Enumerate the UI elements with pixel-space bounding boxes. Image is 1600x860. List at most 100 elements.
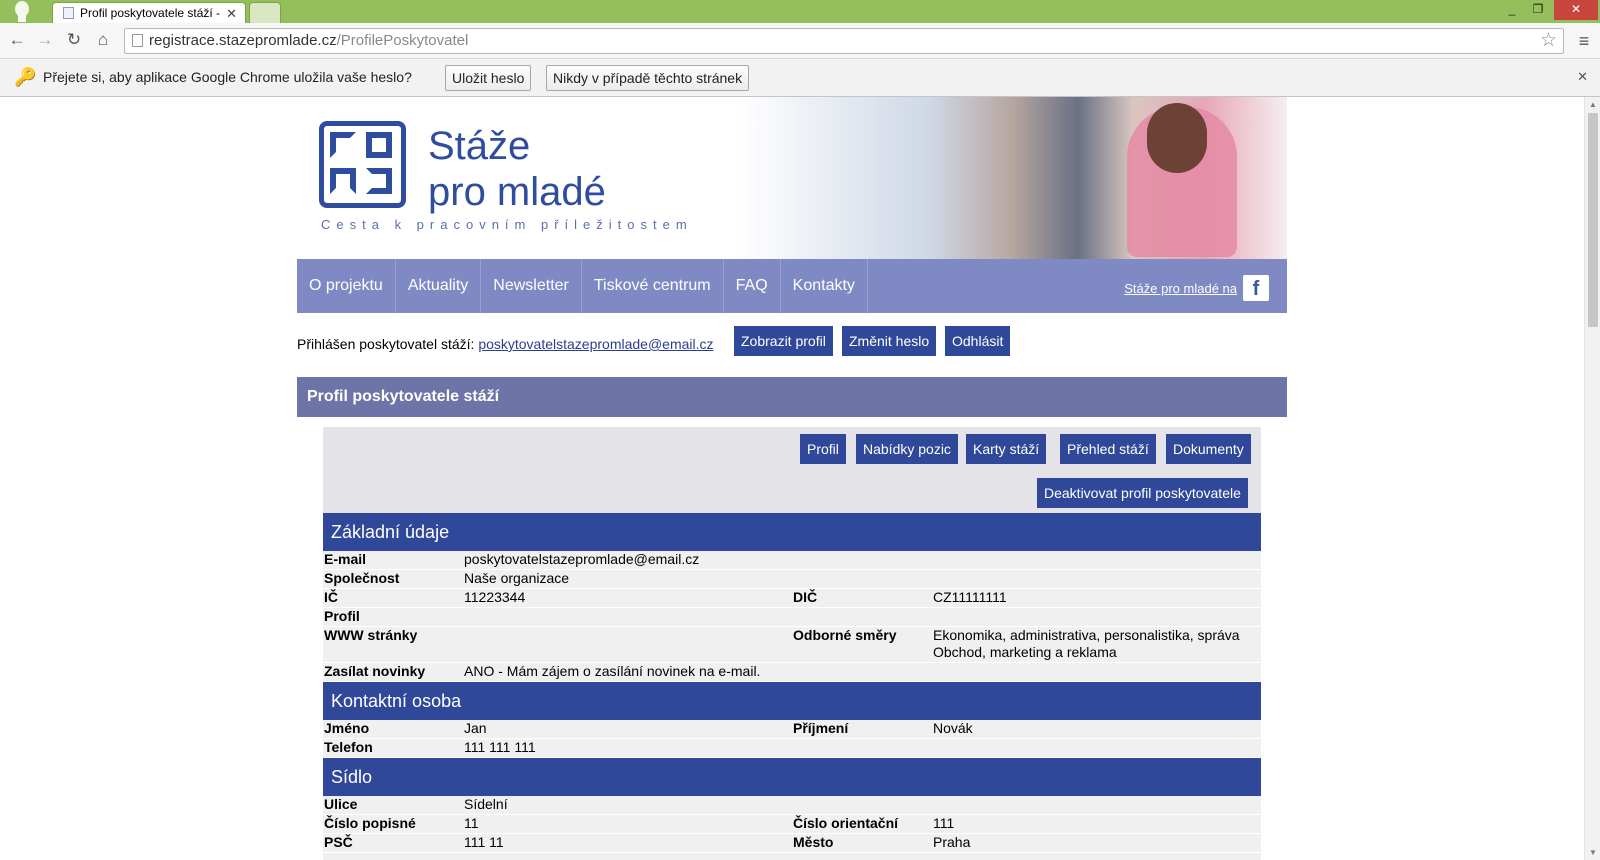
field-label: Číslo orientační — [793, 815, 899, 831]
logo-line-2: pro mladé — [428, 170, 606, 214]
nav-faq[interactable]: FAQ — [724, 259, 781, 313]
scroll-down-icon[interactable]: ▼ — [1589, 848, 1597, 857]
table-row: IČ 11223344 DIČ CZ11111111 — [323, 589, 1261, 608]
nav-tiskove-centrum[interactable]: Tiskové centrum — [582, 259, 724, 313]
scrollbar-thumb[interactable] — [1588, 113, 1598, 327]
nav-aktuality[interactable]: Aktuality — [396, 259, 482, 313]
logo-title: Stáže pro mladé — [428, 123, 606, 215]
field-label: WWW stránky — [324, 627, 418, 643]
window-close-icon[interactable]: ✕ — [1554, 0, 1598, 20]
nav-kontakty[interactable]: Kontakty — [781, 259, 868, 313]
back-icon[interactable]: ← — [6, 29, 28, 51]
login-status-bar: Přihlášen poskytovatel stáží: poskytovat… — [297, 313, 1287, 377]
table-row — [323, 853, 1261, 860]
new-tab-button[interactable] — [249, 2, 281, 23]
login-status: Přihlášen poskytovatel stáží: poskytovat… — [297, 336, 714, 352]
nav-o-projektu[interactable]: O projektu — [297, 259, 396, 313]
scroll-up-icon[interactable]: ▲ — [1589, 100, 1597, 109]
field-value: Novák — [933, 720, 973, 736]
infobar-close-icon[interactable]: ✕ — [1577, 69, 1588, 85]
table-row: PSČ 111 11 Město Praha — [323, 834, 1261, 853]
profile-tabs: Profil Nabídky pozic Karty stáží Přehled… — [323, 427, 1261, 513]
table-row: WWW stránky Odborné směry Ekonomika, adm… — [323, 627, 1261, 663]
field-value: 11223344 — [464, 589, 526, 605]
deactivate-profile-button[interactable]: Deaktivovat profil poskytovatele — [1037, 478, 1248, 508]
field-label: DIČ — [793, 589, 818, 605]
field-label: PSČ — [324, 834, 353, 850]
tab-active[interactable]: Profil poskytovatele stáží - ✕ — [52, 2, 246, 23]
url-host: registrace.stazepromlade.cz — [149, 32, 337, 49]
main-navigation: O projektu Aktuality Newsletter Tiskové … — [297, 259, 1287, 313]
show-profile-button[interactable]: Zobrazit profil — [734, 326, 833, 356]
reload-icon[interactable]: ↻ — [63, 29, 85, 51]
field-label: Odborné směry — [793, 627, 897, 643]
tab-close-icon[interactable]: ✕ — [226, 6, 237, 22]
tab-prehled-stazi[interactable]: Přehled stáží — [1060, 434, 1156, 464]
profile-panel: Profil Nabídky pozic Karty stáží Přehled… — [323, 427, 1261, 860]
field-value: ANO - Mám zájem o zasílání novinek na e-… — [464, 663, 761, 679]
restore-icon[interactable]: ❐ — [1528, 0, 1548, 20]
logo-line-1: Stáže — [428, 124, 531, 168]
browser-titlebar: Profil poskytovatele stáží - ✕ _ ❐ ✕ — [0, 0, 1600, 23]
vertical-scrollbar[interactable]: ▲ ▼ — [1584, 97, 1600, 860]
tab-dokumenty[interactable]: Dokumenty — [1166, 434, 1251, 464]
facebook-link[interactable]: Stáže pro mladé na f — [1124, 275, 1269, 301]
field-label: Číslo popisné — [324, 815, 416, 831]
field-value: Praha — [933, 834, 971, 850]
change-password-button[interactable]: Změnit heslo — [842, 326, 937, 356]
home-icon[interactable]: ⌂ — [92, 29, 114, 51]
field-value: 111 11 — [464, 834, 504, 850]
field-value-empty — [464, 627, 793, 662]
page-viewport: Stáže pro mladé Cesta k pracovním přílež… — [0, 97, 1584, 860]
contact-person-header: Kontaktní osoba — [323, 682, 1261, 720]
facebook-link-text: Stáže pro mladé na — [1124, 280, 1237, 296]
nav-newsletter[interactable]: Newsletter — [481, 259, 582, 313]
minimize-icon[interactable]: _ — [1502, 0, 1522, 20]
facebook-icon: f — [1243, 275, 1269, 301]
table-row: Zasílat novinky ANO - Mám zájem o zasílá… — [323, 663, 1261, 682]
site-logo-icon[interactable] — [319, 121, 406, 208]
page-favicon-icon — [63, 7, 74, 19]
field-value: 111 — [933, 815, 955, 831]
table-row: Číslo popisné 11 Číslo orientační 111 — [323, 815, 1261, 834]
tab-karty-stazi[interactable]: Karty stáží — [966, 434, 1047, 464]
field-label — [323, 853, 464, 860]
page-container: Stáže pro mladé Cesta k pracovním přílež… — [297, 97, 1287, 860]
never-save-button[interactable]: Nikdy v případě těchto stránek — [546, 65, 750, 91]
table-row: E-mail poskytovatelstazepromlade@email.c… — [323, 551, 1261, 570]
login-email-link[interactable]: poskytovatelstazepromlade@email.cz — [478, 336, 713, 352]
field-label: E-mail — [324, 551, 367, 567]
forward-icon[interactable]: → — [34, 29, 56, 51]
login-prefix: Přihlášen poskytovatel stáží: — [297, 336, 475, 352]
field-label: Profil — [324, 608, 360, 624]
field-value: 11 — [464, 815, 479, 831]
chrome-menu-icon[interactable]: ≡ — [1574, 31, 1594, 51]
table-row: Jméno Jan Příjmení Novák — [323, 720, 1261, 739]
logout-button[interactable]: Odhlásit — [945, 326, 1011, 356]
field-label: IČ — [324, 589, 338, 605]
field-value: Jan — [464, 720, 487, 736]
field-label: Jméno — [324, 720, 370, 736]
infobar-message: Přejete si, aby aplikace Google Chrome u… — [43, 69, 412, 85]
bookmark-star-icon[interactable]: ☆ — [1540, 29, 1557, 53]
address-bar[interactable]: registrace.stazepromlade.cz/ProfilePosky… — [124, 28, 1564, 54]
tab-nabidky-pozic[interactable]: Nabídky pozic — [856, 434, 958, 464]
section-title: Profil poskytovatele stáží — [297, 377, 1287, 417]
save-password-infobar: 🔑 Přejete si, aby aplikace Google Chrome… — [0, 59, 1600, 97]
photo-person-head — [1147, 103, 1207, 173]
table-row: Ulice Sídelní — [323, 796, 1261, 815]
field-label: Příjmení — [793, 720, 849, 736]
user-profile-icon[interactable] — [12, 0, 32, 22]
field-label: Ulice — [324, 796, 358, 812]
field-value: 111 111 111 — [464, 739, 536, 755]
url-path: /ProfilePoskytovatel — [336, 32, 469, 49]
field-value: Ekonomika, administrativa, personalistik… — [933, 627, 1261, 662]
field-value: Naše organizace — [464, 570, 570, 586]
site-header: Stáže pro mladé Cesta k pracovním přílež… — [297, 97, 1287, 259]
field-value-line: Ekonomika, administrativa, personalistik… — [933, 627, 1240, 643]
save-password-button[interactable]: Uložit heslo — [445, 65, 532, 91]
table-row: Profil — [323, 608, 1261, 627]
tab-profil[interactable]: Profil — [800, 434, 846, 464]
header-photo — [737, 97, 1287, 259]
field-value: poskytovatelstazepromlade@email.cz — [464, 551, 700, 567]
